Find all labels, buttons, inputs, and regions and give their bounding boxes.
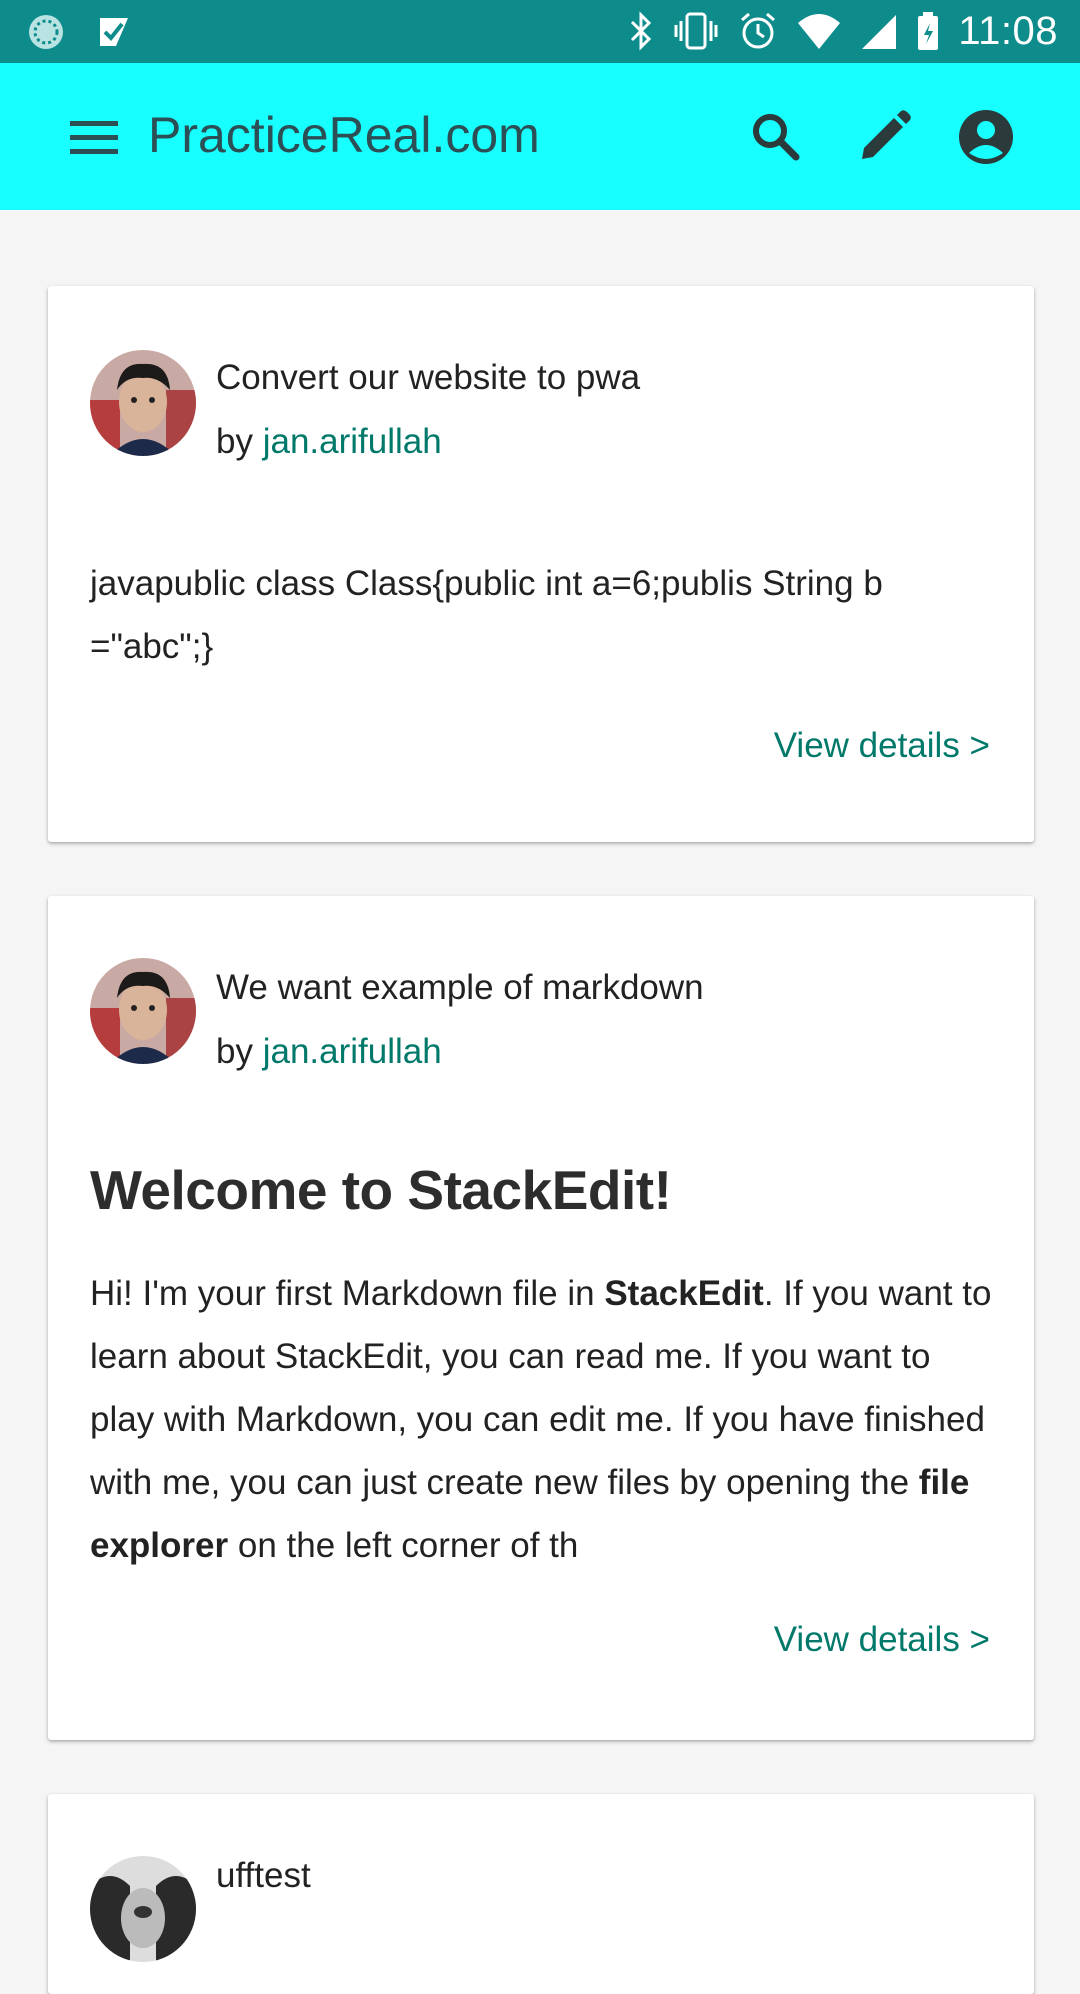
body-bold-text: StackEdit [604, 1274, 764, 1313]
post-body: javapublic class Class{public int a=6;pu… [90, 552, 992, 678]
body-text: Hi! I'm your first Markdown file in [90, 1274, 605, 1313]
avatar [90, 350, 196, 456]
body-text: on the left corner of th [228, 1526, 579, 1565]
post-title[interactable]: ufftest [216, 1854, 311, 1898]
vibrate-icon [674, 12, 718, 50]
loading-spinner-icon [29, 15, 63, 49]
post-byline: by jan.arifullah [216, 420, 442, 464]
avatar [90, 958, 196, 1064]
post-card[interactable]: Convert our website to pwa by jan.ariful… [48, 286, 1034, 842]
post-body-line: ="abc";} [90, 627, 214, 666]
markdown-heading: Welcome to StackEdit! [90, 1159, 672, 1221]
alarm-icon [741, 12, 776, 49]
app-title[interactable]: PracticeReal.com [148, 103, 540, 167]
avatar [90, 1856, 196, 1962]
post-title[interactable]: We want example of markdown [216, 966, 704, 1010]
wifi-icon [798, 14, 841, 49]
post-body-line: javapublic class Class{public int a=6;pu… [90, 564, 883, 603]
author-link[interactable]: jan.arifullah [263, 1032, 442, 1071]
byline-prefix: by [216, 1032, 253, 1071]
byline-prefix: by [216, 422, 253, 461]
post-card[interactable]: ufftest [48, 1794, 1034, 1994]
menu-icon[interactable] [68, 117, 120, 157]
post-title[interactable]: Convert our website to pwa [216, 356, 640, 400]
app-bar: PracticeReal.com [0, 63, 1080, 210]
post-body: Hi! I'm your first Markdown file in Stac… [90, 1262, 1004, 1577]
edit-icon[interactable] [854, 107, 914, 167]
post-byline: by jan.arifullah [216, 1030, 442, 1074]
view-details-link[interactable]: View details > [774, 724, 990, 768]
status-time: 11:08 [958, 9, 1058, 53]
status-bar: 11:08 [0, 0, 1080, 63]
notification-check-icon [100, 18, 128, 46]
view-details-link[interactable]: View details > [774, 1618, 990, 1662]
search-icon[interactable] [746, 107, 806, 167]
bluetooth-icon [631, 11, 652, 51]
signal-icon [862, 15, 897, 49]
battery-icon [918, 12, 939, 50]
author-link[interactable]: jan.arifullah [263, 422, 442, 461]
account-icon[interactable] [956, 107, 1016, 167]
post-card[interactable]: We want example of markdown by jan.arifu… [48, 896, 1034, 1740]
